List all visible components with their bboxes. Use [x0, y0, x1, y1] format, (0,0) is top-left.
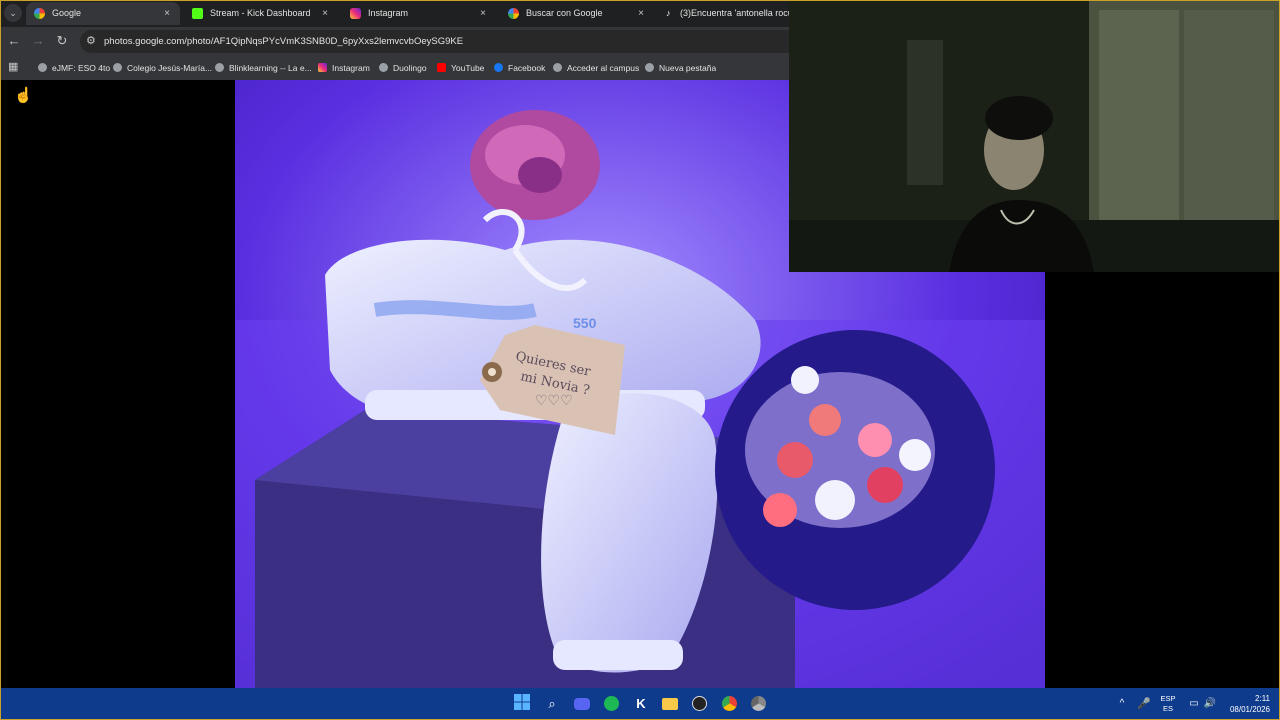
globe-icon	[38, 63, 47, 73]
globe-icon	[215, 63, 224, 73]
bookmark-duolingo[interactable]: Duolingo	[379, 56, 427, 80]
tab-tiktok[interactable]: ♪ (3)Encuentra 'antonella rocuzz	[658, 2, 789, 25]
youtube-icon	[437, 63, 446, 73]
site-info-icon[interactable]: ⚙	[86, 32, 96, 51]
candy-bouquet	[715, 330, 995, 610]
kick-icon[interactable]: K	[631, 694, 651, 714]
tab-buscar-con-google[interactable]: Buscar con Google ×	[500, 2, 654, 25]
bookmark-instagram[interactable]: Instagram	[318, 56, 370, 80]
chrome-icon[interactable]	[719, 694, 739, 714]
chrome-dev-icon[interactable]	[748, 694, 768, 714]
search-icon[interactable]: ⌕	[542, 694, 562, 714]
google-icon	[508, 8, 519, 19]
webcam-feed	[789, 0, 1280, 272]
url-text[interactable]: photos.google.com/photo/AF1QipNqsPYcVmK3…	[104, 30, 463, 53]
close-tab-icon[interactable]: ×	[164, 2, 170, 25]
reload-icon[interactable]: ↻	[52, 31, 72, 51]
show-hidden-icons-icon[interactable]: ^	[1112, 694, 1132, 714]
back-icon[interactable]: ←	[4, 31, 24, 51]
tab-instagram[interactable]: Instagram ×	[342, 2, 496, 25]
apps-grid-icon[interactable]: ▦	[8, 62, 18, 73]
file-explorer-icon[interactable]	[660, 694, 680, 714]
tab-kick-dashboard[interactable]: Stream - Kick Dashboard ×	[184, 2, 338, 25]
instagram-icon	[350, 8, 361, 19]
windows-taskbar: ⌕ K ^ 🎤 ESP ES ▭ 🔊 2:11 08/01/2026	[0, 688, 1280, 720]
close-tab-icon[interactable]: ×	[322, 2, 328, 25]
rose-decoration	[470, 110, 600, 220]
address-bar[interactable]: ⚙ photos.google.com/photo/AF1QipNqsPYcVm…	[80, 30, 800, 53]
globe-icon	[553, 63, 562, 73]
volume-icon[interactable]: 🔊	[1200, 694, 1220, 714]
globe-icon	[113, 63, 122, 73]
tab-search-button[interactable]: ⌄	[4, 4, 22, 22]
tab-google[interactable]: Google ×	[26, 2, 180, 25]
windows-start-icon[interactable]	[512, 694, 532, 714]
google-icon	[34, 8, 45, 19]
facebook-icon	[494, 63, 503, 73]
instagram-icon	[318, 63, 327, 73]
globe-icon	[379, 63, 388, 73]
bookmark-youtube[interactable]: YouTube	[437, 56, 484, 80]
bookmark-facebook[interactable]: Facebook	[494, 56, 545, 80]
shoe-model-text: 550	[573, 315, 597, 331]
system-clock[interactable]: 2:11 08/01/2026	[1222, 693, 1270, 715]
bookmark-nueva-pestana[interactable]: Nueva pestaña	[645, 56, 716, 80]
spotify-icon[interactable]	[601, 694, 621, 714]
bookmark-ejmf[interactable]: eJMF: ESO 4to	[38, 56, 110, 80]
hand-cursor-icon: ☝	[14, 87, 33, 104]
obs-icon[interactable]	[689, 694, 709, 714]
webcam-overlay	[789, 0, 1280, 272]
close-tab-icon[interactable]: ×	[480, 2, 486, 25]
language-indicator[interactable]: ESP ES	[1160, 694, 1176, 714]
bookmark-colegio[interactable]: Colegio Jesús-María...	[113, 56, 212, 80]
tiktok-icon: ♪	[666, 8, 671, 18]
bookmark-blinklearning[interactable]: Blinklearning -- La e...	[215, 56, 312, 80]
forward-icon[interactable]: →	[28, 31, 48, 51]
bookmark-campus[interactable]: Acceder al campus	[553, 56, 639, 80]
globe-icon	[645, 63, 654, 73]
heart-doodles: ♡♡♡	[535, 393, 573, 409]
close-tab-icon[interactable]: ×	[638, 2, 644, 25]
discord-icon[interactable]	[572, 694, 592, 714]
kick-icon	[192, 8, 203, 19]
microphone-icon[interactable]: 🎤	[1134, 694, 1154, 714]
